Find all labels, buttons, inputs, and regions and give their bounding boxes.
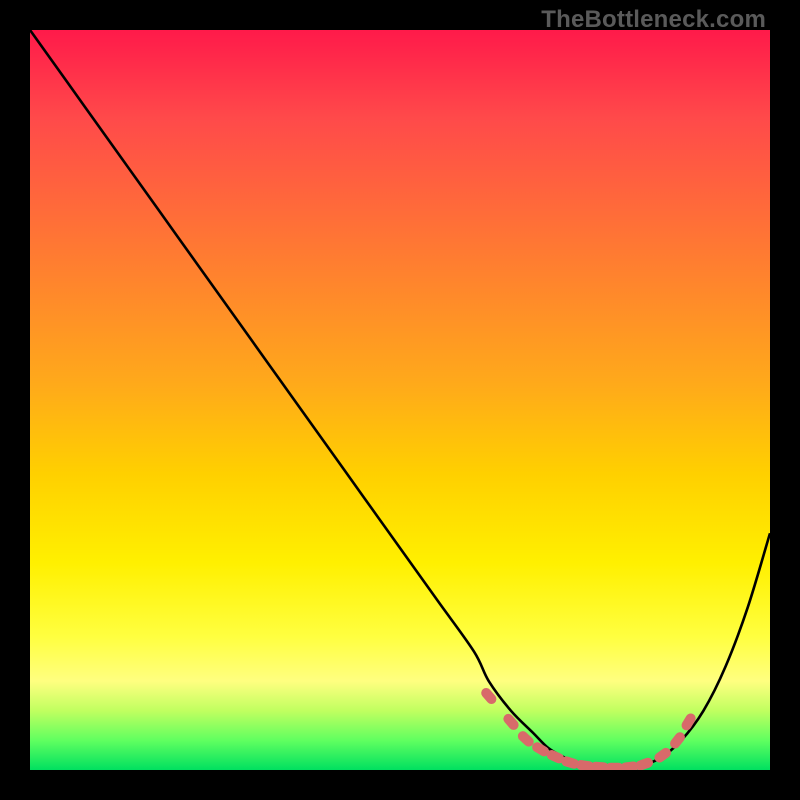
- watermark-text: TheBottleneck.com: [541, 6, 766, 34]
- plot-gradient-background: [30, 30, 770, 770]
